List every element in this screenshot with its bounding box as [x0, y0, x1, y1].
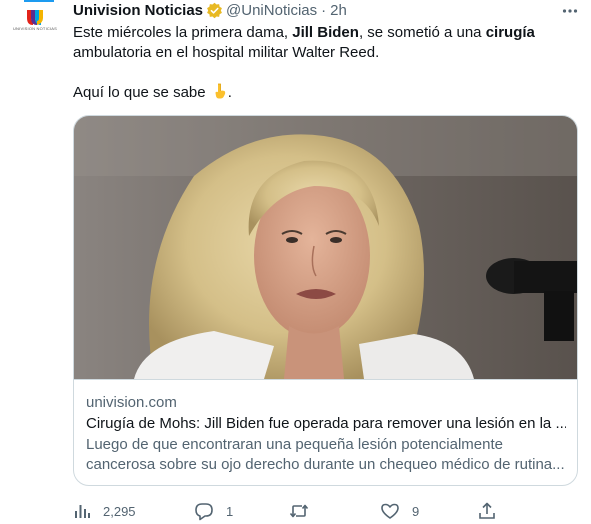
tweet-text: Este miércoles la primera dama, Jill Bid… [73, 23, 573, 103]
views-icon [75, 505, 90, 518]
tweet-article[interactable]: UNIVISION NOTICIAS Univision Noticias @U… [0, 0, 591, 524]
card-title: Cirugía de Mohs: Jill Biden fue operada … [86, 415, 566, 432]
bold-name: Jill Biden [292, 24, 359, 41]
like-button[interactable]: 9 [380, 500, 419, 522]
like-icon [381, 503, 399, 519]
univision-logo-icon [27, 10, 43, 25]
author-handle[interactable]: @UniNoticias [226, 2, 317, 19]
bold-term: cirugía [485, 24, 535, 41]
retweet-icon [289, 504, 309, 518]
share-icon [479, 502, 495, 519]
link-card[interactable]: univision.com Cirugía de Mohs: Jill Bide… [73, 115, 578, 486]
verified-badge-icon [207, 2, 222, 18]
tweet-header: Univision Noticias @UniNoticias · 2h [73, 0, 347, 20]
retweet-button[interactable] [289, 500, 321, 522]
card-domain: univision.com [86, 394, 177, 411]
reply-count: 1 [226, 503, 234, 519]
tweet-actions: 2,295 1 9 [73, 500, 578, 522]
author-display-name[interactable]: Univision Noticias [73, 2, 203, 19]
reply-icon [195, 503, 213, 521]
like-count: 9 [412, 503, 420, 519]
views-button[interactable]: 2,295 [73, 500, 136, 522]
tweet-text-line-2: ambulatoria en el hospital militar Walte… [73, 44, 380, 61]
reply-button[interactable]: 1 [194, 500, 233, 522]
card-divider [74, 379, 577, 380]
card-photo [74, 116, 577, 379]
tweet-text-line-3: Aquí lo que se sabe . [73, 83, 232, 101]
separator-dot: · [321, 1, 327, 19]
pointing-down-emoji-icon [215, 83, 225, 99]
avatar-caption: UNIVISION NOTICIAS [12, 26, 58, 31]
more-options-button[interactable] [557, 0, 583, 22]
avatar[interactable]: UNIVISION NOTICIAS [12, 6, 58, 46]
views-count: 2,295 [103, 503, 136, 519]
card-description: Luego de que encontraran una pequeña les… [86, 436, 565, 473]
thread-accent-line [24, 0, 54, 2]
tweet-timestamp[interactable]: 2h [330, 2, 347, 19]
more-icon [562, 9, 578, 13]
tweet-text-line-1: Este miércoles la primera dama, Jill Bid… [73, 24, 535, 41]
card-text: univision.com Cirugía de Mohs: Jill Bide… [86, 393, 566, 475]
card-image[interactable] [74, 116, 577, 379]
share-button[interactable] [477, 500, 497, 522]
